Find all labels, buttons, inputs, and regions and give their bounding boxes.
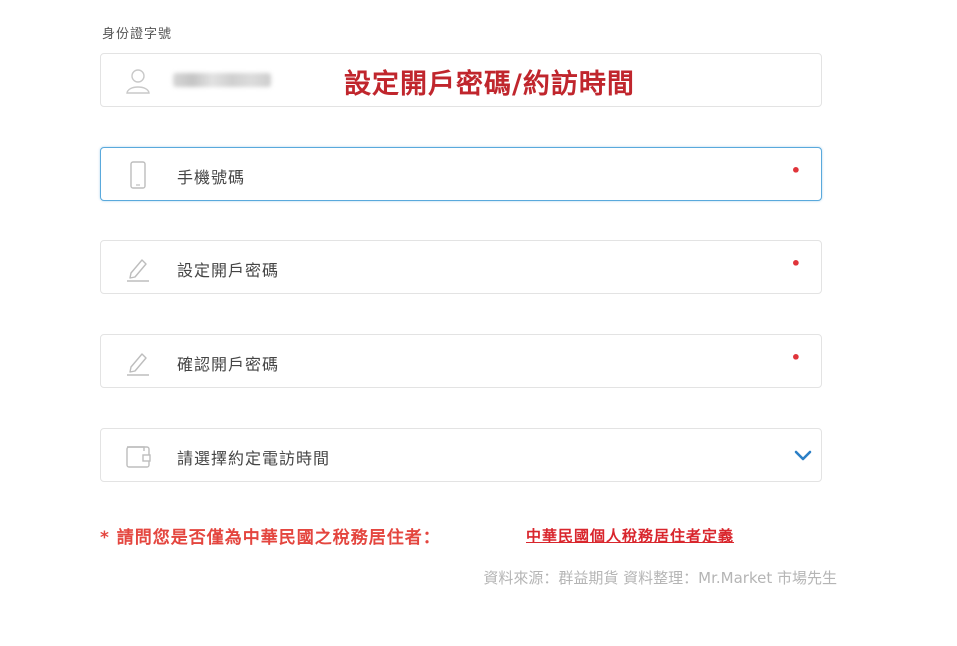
confirm-password-placeholder: 確認開戶密碼 — [177, 355, 280, 374]
user-icon — [123, 66, 153, 96]
set-password-field[interactable]: 設定開戶密碼 • — [100, 240, 822, 294]
tax-residency-definition-link[interactable]: 中華民國個人稅務居住者定義 — [526, 525, 734, 546]
confirm-password-field[interactable]: 確認開戶密碼 • — [100, 334, 822, 388]
wallet-icon — [123, 441, 153, 471]
required-mark: • — [790, 254, 801, 273]
account-opening-form: 身份證字號 設定開戶密碼/約訪時間 手機號碼 • 設定開戶密碼 • 確認開戶密碼… — [0, 0, 957, 646]
mobile-phone-field[interactable]: 手機號碼 • — [100, 147, 822, 201]
masked-id-value — [173, 73, 271, 87]
chevron-down-icon[interactable] — [793, 445, 813, 465]
set-password-placeholder: 設定開戶密碼 — [177, 261, 280, 280]
call-time-select[interactable]: 請選擇約定電訪時間 — [100, 428, 822, 482]
mobile-phone-placeholder: 手機號碼 — [177, 168, 246, 187]
pencil-icon — [123, 347, 153, 377]
mobile-phone-icon — [123, 160, 153, 190]
id-number-label: 身份證字號 — [102, 27, 173, 42]
required-mark: • — [790, 348, 801, 367]
source-note: 資料來源：群益期貨 資料整理：Mr.Market 市場先生 — [483, 569, 837, 587]
tax-residency-question: * 請問您是否僅為中華民國之稅務居住者： — [100, 528, 441, 548]
required-mark: • — [790, 161, 801, 180]
call-time-placeholder: 請選擇約定電訪時間 — [177, 449, 331, 468]
overlay-title: 設定開戶密碼/約訪時間 — [344, 69, 635, 100]
pencil-icon — [123, 253, 153, 283]
